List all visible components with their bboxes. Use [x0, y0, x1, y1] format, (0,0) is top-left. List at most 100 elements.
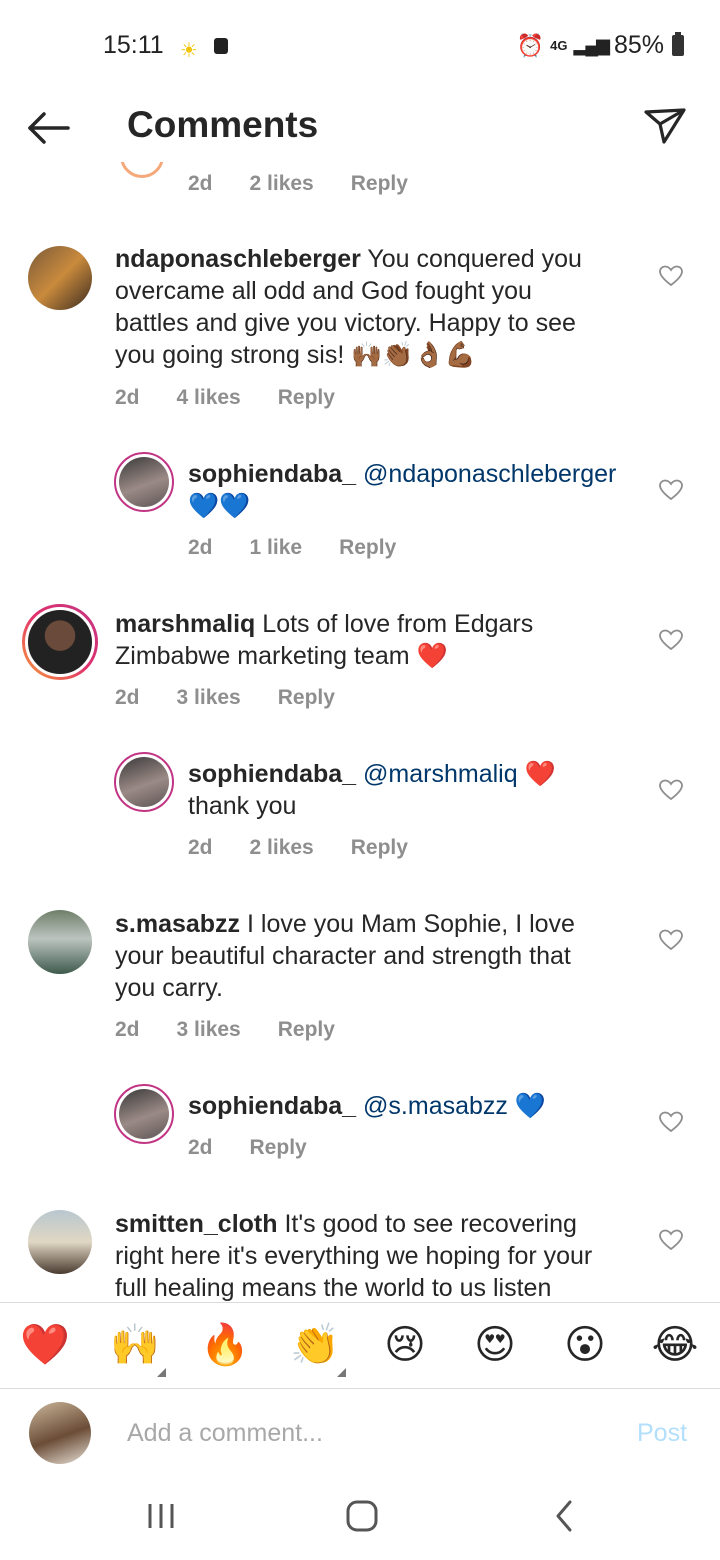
status-time: 15:11 [103, 31, 164, 59]
sun-icon: ☀ [180, 40, 198, 62]
comment-line: overcame all odd and God fought you [115, 277, 532, 305]
comment-username[interactable]: sophiendaba_ [188, 1092, 356, 1120]
comment-time: 2d [188, 1136, 213, 1159]
comment-text: marshmaliq Lots of love from Edgars Zimb… [115, 608, 655, 672]
comment-body: 💙 [507, 1092, 546, 1120]
avatar[interactable] [114, 452, 174, 512]
comment-body: You conquered you [360, 245, 582, 273]
avatar[interactable] [114, 752, 174, 812]
comment-username[interactable]: sophiendaba_ [188, 760, 356, 788]
alarm-icon: ⏰ [516, 32, 545, 58]
partial-avatar[interactable] [120, 162, 164, 180]
reply-button[interactable]: Reply [278, 686, 335, 710]
emoji-raised-hands[interactable]: 🙌 [107, 1320, 163, 1370]
status-right: ⏰ 4G ▂▄▆ 85% [517, 31, 684, 60]
reply-button[interactable]: Reply [278, 1018, 335, 1042]
comment-time: 2d [115, 686, 140, 709]
post-button[interactable]: Post [637, 1419, 687, 1448]
home-icon[interactable] [344, 1496, 380, 1536]
emoji-tears-of-joy[interactable]: 😂 [647, 1320, 703, 1370]
comment-mention[interactable]: @ndaponaschleberger [356, 460, 616, 488]
reply-button[interactable]: Reply [351, 836, 408, 860]
comment-line: your beautiful character and strength th… [115, 942, 571, 970]
like-heart-icon[interactable] [659, 1111, 683, 1133]
comment-line: 💙💙 [188, 492, 251, 520]
comment-body: I love you Mam Sophie, I love [240, 910, 575, 938]
comment-body: It's good to see recovering [277, 1210, 577, 1238]
avatar[interactable] [28, 910, 92, 974]
comment-body: Lots of love from Edgars [255, 610, 534, 638]
comment-time: 2d [188, 836, 213, 859]
comment-likes[interactable]: 2 likes [250, 836, 314, 860]
comment-meta: 2d 2 likes Reply [188, 836, 408, 860]
comment-likes[interactable]: 1 like [250, 536, 303, 560]
my-avatar [29, 1402, 91, 1464]
back-button[interactable] [22, 105, 74, 151]
avatar[interactable] [22, 604, 98, 680]
comment-text: sophiendaba_ @marshmaliq ❤️ thank you [188, 758, 648, 822]
comment-username[interactable]: smitten_cloth [115, 1210, 278, 1238]
battery-icon [672, 32, 684, 56]
comment-input[interactable]: Add a comment... [127, 1419, 323, 1448]
avatar[interactable] [28, 246, 92, 310]
like-heart-icon[interactable] [659, 629, 683, 651]
comment-text: sophiendaba_ @s.masabzz 💙 [188, 1090, 648, 1122]
emoji-surprised-face[interactable]: 😮 [557, 1320, 613, 1370]
reply-button[interactable]: Reply [278, 386, 335, 410]
comment-username[interactable]: marshmaliq [115, 610, 255, 638]
network-label: 4G [550, 38, 568, 53]
comment-line: full healing means the world to us liste… [115, 1274, 552, 1302]
paper-plane-icon [644, 108, 686, 144]
like-heart-icon[interactable] [659, 779, 683, 801]
back-nav-icon[interactable] [550, 1496, 578, 1536]
comment-body: ❤️ [517, 760, 556, 788]
like-heart-icon[interactable] [659, 929, 683, 951]
like-heart-icon[interactable] [659, 265, 683, 287]
comment-text: s.masabzz I love you Mam Sophie, I love … [115, 908, 655, 1004]
reply-button[interactable]: Reply [250, 1136, 307, 1160]
emoji-crying-face[interactable]: 😢 [377, 1320, 433, 1370]
comment-meta: 2d 4 likes Reply [115, 386, 335, 410]
comment-likes[interactable]: 3 likes [177, 686, 241, 710]
like-heart-icon[interactable] [659, 479, 683, 501]
comment-time: 2d [115, 1018, 140, 1041]
partial-comment-meta: 2d 2 likes Reply [188, 172, 408, 196]
comment-time: 2d [188, 536, 213, 559]
comment-meta: 2d Reply [188, 1136, 307, 1160]
comment-username[interactable]: s.masabzz [115, 910, 240, 938]
reply-button[interactable]: Reply [351, 172, 408, 196]
comment-likes[interactable]: 3 likes [177, 1018, 241, 1042]
avatar[interactable] [28, 1210, 92, 1274]
comment-username[interactable]: ndaponaschleberger [115, 245, 361, 273]
comment-username[interactable]: sophiendaba_ [188, 460, 356, 488]
comment-line: you carry. [115, 974, 223, 1002]
emoji-heart-eyes[interactable]: 😍 [467, 1320, 523, 1370]
comment-time: 2d [115, 386, 140, 409]
emoji-clapping-hands[interactable]: 👏 [287, 1320, 343, 1370]
comment-meta: 2d 1 like Reply [188, 536, 396, 560]
skin-tone-indicator-icon [337, 1368, 346, 1377]
comment-clip: smitten_cloth It's good to see recoverin… [0, 1200, 720, 1302]
comment-time: 2d [188, 172, 213, 195]
comment-meta: 2d 3 likes Reply [115, 686, 335, 710]
skin-tone-indicator-icon [157, 1368, 166, 1377]
comment-mention[interactable]: @s.masabzz [356, 1092, 508, 1120]
arrow-left-icon [28, 112, 70, 144]
avatar[interactable] [114, 1084, 174, 1144]
comment-mention[interactable]: @marshmaliq [356, 760, 518, 788]
battery-label: 85% [613, 31, 664, 59]
share-button[interactable] [640, 100, 690, 150]
comment-likes[interactable]: 4 likes [177, 386, 241, 410]
page-title: Comments [127, 104, 319, 145]
comment-likes[interactable]: 2 likes [250, 172, 314, 196]
recent-apps-icon[interactable] [146, 1496, 176, 1536]
reply-button[interactable]: Reply [339, 536, 396, 560]
comment-line: Zimbabwe marketing team ❤️ [115, 642, 448, 670]
emoji-fire[interactable]: 🔥 [197, 1320, 253, 1370]
comment-line: battles and give you victory. Happy to s… [115, 309, 576, 337]
comment-line: thank you [188, 792, 297, 820]
signal-icon: ▂▄▆ [573, 35, 610, 55]
emoji-heart[interactable]: ❤️ [17, 1320, 73, 1370]
like-heart-icon[interactable] [659, 1229, 683, 1251]
comment-line: right here it's everything we hoping for… [115, 1242, 593, 1270]
